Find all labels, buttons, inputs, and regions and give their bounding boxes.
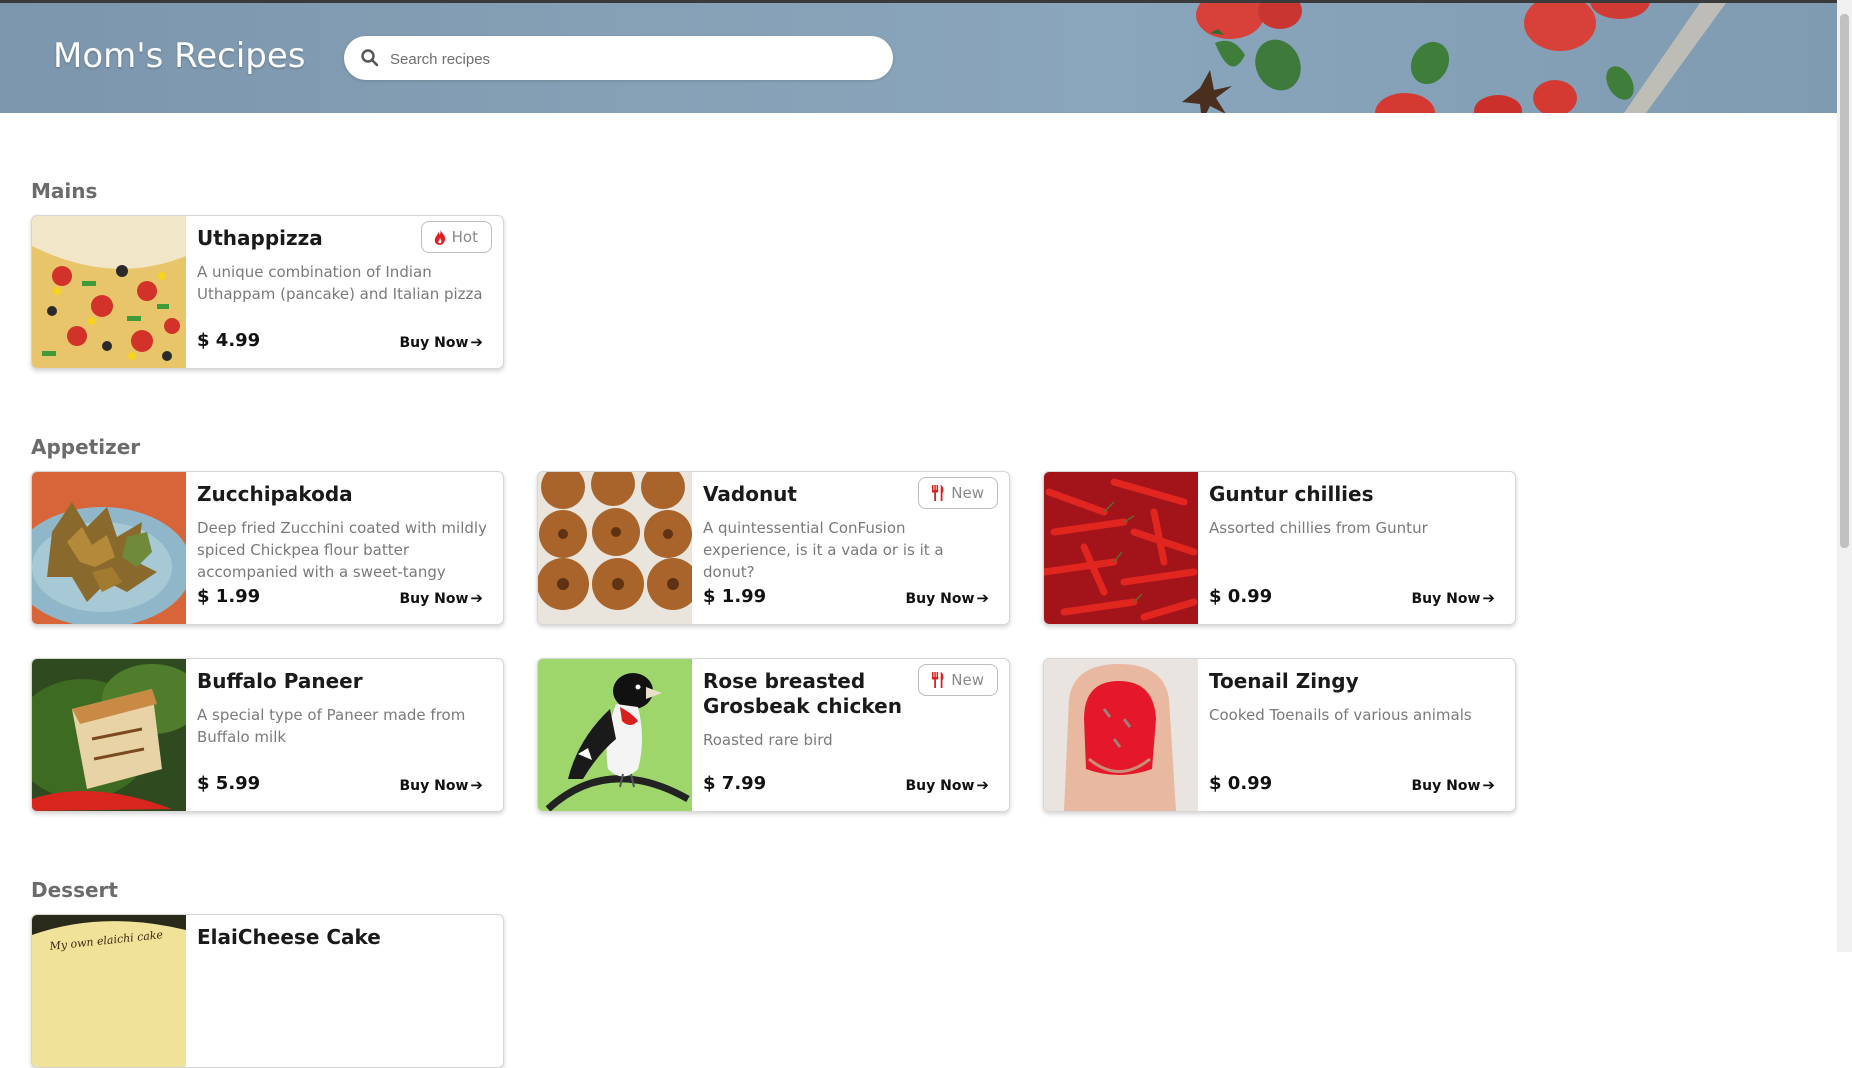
hot-badge: Hot xyxy=(420,221,492,253)
recipe-name: Toenail Zingy xyxy=(1209,669,1359,693)
app-title: Mom's Recipes xyxy=(53,36,306,76)
section-title-mains: Mains xyxy=(31,179,98,203)
recipe-card-grosbeak-chicken: Rose breasted Grosbeak chicken New Roast… xyxy=(537,658,1010,812)
buy-now-button[interactable]: Buy Now ➔ xyxy=(1412,776,1495,794)
recipe-price: $ 5.99 xyxy=(197,773,261,794)
buy-now-label: Buy Now xyxy=(399,335,469,351)
arrow-right-icon: ➔ xyxy=(1482,589,1495,607)
arrow-right-icon: ➔ xyxy=(1482,776,1495,794)
section-title-appetizer: Appetizer xyxy=(31,435,141,459)
recipe-image-elaicheese-cake: My own elaichi cake xyxy=(32,915,186,1067)
arrow-right-icon: ➔ xyxy=(976,589,989,607)
section-title-dessert: Dessert xyxy=(31,878,118,902)
recipe-card-uthappizza: Uthappizza Hot A unique combination of I… xyxy=(31,215,504,369)
recipe-name: Vadonut xyxy=(703,482,797,506)
recipe-name: Buffalo Paneer xyxy=(197,669,363,693)
buy-now-button[interactable]: Buy Now ➔ xyxy=(400,776,483,794)
search-input[interactable] xyxy=(388,36,872,82)
cutlery-icon xyxy=(932,485,944,501)
badge-label: Hot xyxy=(451,228,478,246)
buy-now-label: Buy Now xyxy=(905,778,975,794)
recipe-image-buffalo-paneer xyxy=(32,659,186,811)
recipe-card-toenail-zingy: Toenail Zingy Cooked Toenails of various… xyxy=(1043,658,1516,812)
recipe-name: Uthappizza xyxy=(197,226,323,250)
recipe-name: Zucchipakoda xyxy=(197,482,353,506)
recipe-description: A special type of Paneer made from Buffa… xyxy=(197,706,466,746)
header-food-decoration xyxy=(1182,3,1726,113)
recipe-card-guntur-chillies: Guntur chillies Assorted chillies from G… xyxy=(1043,471,1516,625)
recipe-image-grosbeak-chicken xyxy=(538,659,692,811)
search-box[interactable] xyxy=(344,36,893,82)
search-icon xyxy=(361,49,379,67)
cutlery-icon xyxy=(932,672,944,688)
buy-now-button[interactable]: Buy Now ➔ xyxy=(400,589,483,607)
recipe-price: $ 1.99 xyxy=(197,586,261,607)
buy-now-label: Buy Now xyxy=(399,591,469,607)
recipe-image-uthappizza xyxy=(32,216,186,368)
buy-now-label: Buy Now xyxy=(1411,778,1481,794)
recipe-price: $ 1.99 xyxy=(703,586,767,607)
buy-now-label: Buy Now xyxy=(905,591,975,607)
recipe-card-zucchipakoda: Zucchipakoda Deep fried Zucchini coated … xyxy=(31,471,504,625)
recipe-description: A unique combination of Indian Uthappam … xyxy=(197,263,483,303)
arrow-right-icon: ➔ xyxy=(470,589,483,607)
recipe-description: Assorted chillies from Guntur xyxy=(1209,519,1428,537)
flame-icon xyxy=(434,229,445,245)
recipe-image-toenail-zingy xyxy=(1044,659,1198,811)
badge-label: New xyxy=(951,671,984,689)
recipe-image-vadonut xyxy=(538,472,692,624)
recipe-card-elaicheese-cake: My own elaichi cake ElaiCheese Cake xyxy=(31,914,504,1068)
new-badge: New xyxy=(918,477,998,509)
buy-now-button[interactable]: Buy Now ➔ xyxy=(906,589,989,607)
arrow-right-icon: ➔ xyxy=(470,333,483,351)
buy-now-button[interactable]: Buy Now ➔ xyxy=(906,776,989,794)
buy-now-button[interactable]: Buy Now ➔ xyxy=(1412,589,1495,607)
app-header: Mom's Recipes xyxy=(0,3,1837,113)
recipe-card-vadonut: Vadonut New A quintessential ConFusion e… xyxy=(537,471,1010,625)
badge-label: New xyxy=(951,484,984,502)
recipe-name: Guntur chillies xyxy=(1209,482,1374,506)
recipe-description: A quintessential ConFusion experience, i… xyxy=(703,519,944,581)
buy-now-button[interactable]: Buy Now ➔ xyxy=(400,333,483,351)
scrollbar-thumb[interactable] xyxy=(1840,14,1849,548)
buy-now-label: Buy Now xyxy=(1411,591,1481,607)
recipe-price: $ 4.99 xyxy=(197,330,261,351)
recipe-price: $ 7.99 xyxy=(703,773,767,794)
recipe-description: Cooked Toenails of various animals xyxy=(1209,706,1472,724)
arrow-right-icon: ➔ xyxy=(470,776,483,794)
recipe-price: $ 0.99 xyxy=(1209,773,1273,794)
recipe-name: Rose breasted Grosbeak chicken xyxy=(703,669,902,718)
recipe-description: Deep fried Zucchini coated with mildly s… xyxy=(197,519,487,581)
buy-now-label: Buy Now xyxy=(399,778,469,794)
arrow-right-icon: ➔ xyxy=(976,776,989,794)
new-badge: New xyxy=(918,664,998,696)
recipe-card-buffalo-paneer: Buffalo Paneer A special type of Paneer … xyxy=(31,658,504,812)
recipe-image-guntur-chillies xyxy=(1044,472,1198,624)
recipe-name: ElaiCheese Cake xyxy=(197,925,381,949)
recipe-image-zucchipakoda xyxy=(32,472,186,624)
recipe-price: $ 0.99 xyxy=(1209,586,1273,607)
